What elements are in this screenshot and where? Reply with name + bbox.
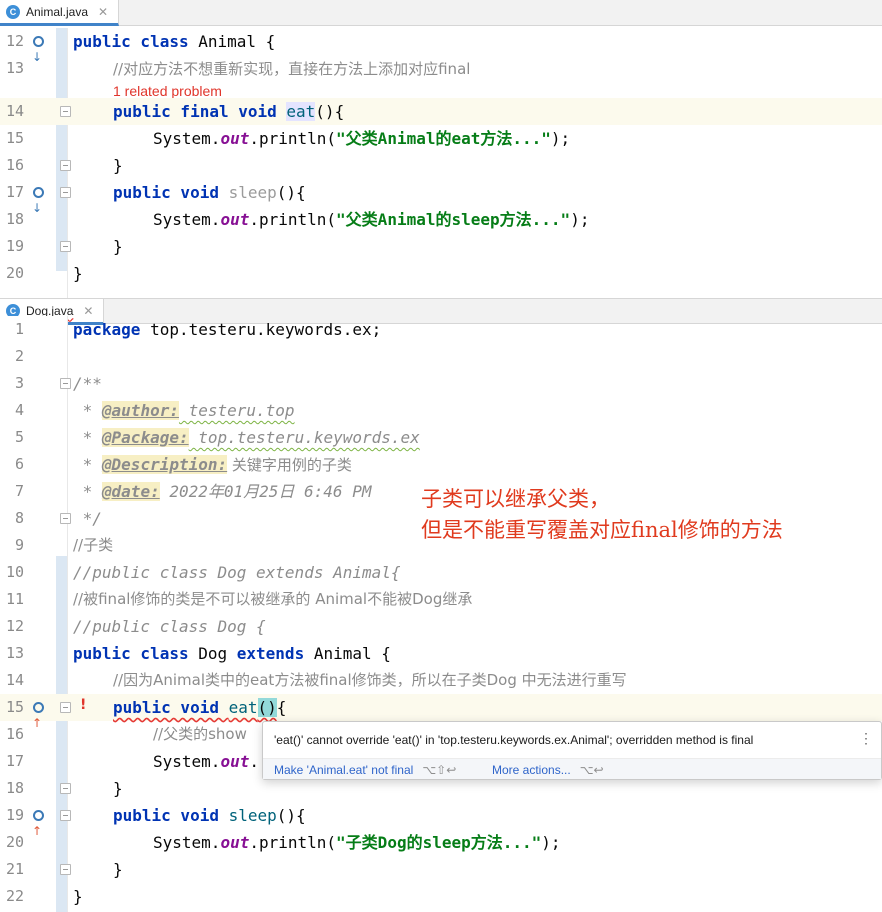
more-actions-link[interactable]: More actions... ⌥↩ (492, 763, 604, 777)
code-line: 12 //public class Dog { (0, 613, 882, 640)
line-number: 22 (5, 887, 24, 905)
error-bulb-icon[interactable]: ! (80, 698, 94, 712)
line-number: 18 (5, 210, 24, 228)
fold-icon[interactable] (60, 513, 71, 524)
fold-icon[interactable] (60, 106, 71, 117)
fold-icon[interactable] (60, 864, 71, 875)
code-line: 2 (0, 343, 882, 370)
line-number: 12 (5, 617, 24, 635)
line-number: 9 (14, 536, 24, 554)
line-number: 17 (5, 183, 24, 201)
line-number: 1 (14, 320, 24, 338)
line-number: 6 (14, 455, 24, 473)
line-number: 13 (5, 59, 24, 77)
fold-icon[interactable] (60, 378, 71, 389)
line-number: 19 (5, 237, 24, 255)
code-line: 21 } (0, 856, 882, 883)
line-number: 14 (5, 671, 24, 689)
code-line: 22 } (0, 883, 882, 910)
overriding-method-icon[interactable]: ↑ (32, 807, 51, 838)
error-message: 'eat()' cannot override 'eat()' in 'top.… (274, 733, 754, 747)
line-number: 19 (5, 806, 24, 824)
code-line: 11 //被final修饰的类是不可以被继承的 Animal不能被Dog继承 (0, 586, 882, 613)
editor-tabbar-animal: C Animal.java ✕ (0, 0, 882, 26)
error-tooltip-popup[interactable]: 'eat()' cannot override 'eat()' in 'top.… (262, 721, 882, 780)
code-line: 14 //因为Animal类中的eat方法被final修饰类，所以在子类Dog … (0, 667, 882, 694)
fold-icon[interactable] (60, 702, 71, 713)
overridden-method-icon[interactable]: ↓ (32, 184, 51, 215)
overriding-method-icon[interactable]: ↑ (32, 699, 51, 730)
fold-icon[interactable] (60, 783, 71, 794)
code-line: 6 * @Description: 关键字用例的子类 (0, 451, 882, 478)
line-number: 11 (5, 590, 24, 608)
code-line: 5 * @Package: top.testeru.keywords.ex (0, 424, 882, 451)
fold-icon[interactable] (60, 810, 71, 821)
close-icon[interactable]: ✕ (98, 5, 108, 19)
line-number: 15 (5, 698, 24, 716)
code-line: 20 System.out.println("子类Dog的sleep方法..."… (0, 829, 882, 856)
code-line: 4 * @author: testeru.top (0, 397, 882, 424)
code-line: 14 public final void eat(){ (0, 98, 882, 125)
line-number: 15 (5, 129, 24, 147)
java-class-icon: C (6, 4, 20, 19)
more-options-icon[interactable]: ⋮ (859, 730, 873, 747)
fold-icon[interactable] (60, 160, 71, 171)
code-line: 12 ↓ public class Animal { (0, 28, 882, 64)
code-line: 3 /** (0, 370, 882, 397)
line-number: 20 (5, 833, 24, 851)
line-number: 10 (5, 563, 24, 581)
line-number: 4 (14, 401, 24, 419)
line-number: 13 (5, 644, 24, 662)
code-line: 18 System.out.println("父类Animal的sleep方法.… (0, 206, 882, 233)
line-number: 3 (14, 374, 24, 392)
code-line: 19 ↑ public void sleep(){ (0, 802, 882, 838)
red-annotation-text: 子类可以继承父类， 但是不能重写覆盖对应final修饰的方法 (421, 487, 783, 542)
fold-icon[interactable] (60, 187, 71, 198)
editor-animal[interactable]: 12 ↓ public class Animal { 13 //对应方法不想重新… (0, 28, 882, 298)
line-number: 14 (5, 102, 24, 120)
code-line: 10 //public class Dog extends Animal{ (0, 559, 882, 586)
code-line: 13 //对应方法不想重新实现，直接在方法上添加对应final (0, 55, 882, 82)
tab-label: Animal.java (26, 4, 89, 19)
editor-dog[interactable]: 1 package top.testeru.keywords.ex; 2 3 /… (0, 316, 882, 912)
line-number: 12 (5, 32, 24, 50)
shortcut-hint: ⌥⇧↩ (422, 763, 457, 777)
code-line: 17 ↓ public void sleep(){ (0, 179, 882, 215)
quick-fix-link[interactable]: Make 'Animal.eat' not final ⌥⇧↩ (274, 763, 456, 777)
fold-icon[interactable] (60, 241, 71, 252)
line-number: 18 (5, 779, 24, 797)
code-line: 19 } (0, 233, 882, 260)
code-line: 20 } (0, 260, 882, 287)
line-number: 16 (5, 725, 24, 743)
line-number: 5 (14, 428, 24, 446)
code-line: 16 } (0, 152, 882, 179)
code-line: 15 System.out.println("父类Animal的eat方法...… (0, 125, 882, 152)
line-number: 21 (5, 860, 24, 878)
code-line: 13 public class Dog extends Animal { (0, 640, 882, 667)
line-number: 7 (14, 482, 24, 500)
line-number: 17 (5, 752, 24, 770)
code-line: 1 package top.testeru.keywords.ex; (0, 316, 882, 343)
line-number: 20 (5, 264, 24, 282)
overridden-method-icon[interactable]: ↓ (32, 33, 51, 64)
shortcut-hint: ⌥↩ (579, 763, 604, 777)
line-number: 8 (14, 509, 24, 527)
tab-animal-java[interactable]: C Animal.java ✕ (0, 0, 120, 26)
code-line-error: 15 ↑ ! public void eat(){ (0, 694, 882, 730)
line-number: 2 (14, 347, 24, 365)
line-number: 16 (5, 156, 24, 174)
